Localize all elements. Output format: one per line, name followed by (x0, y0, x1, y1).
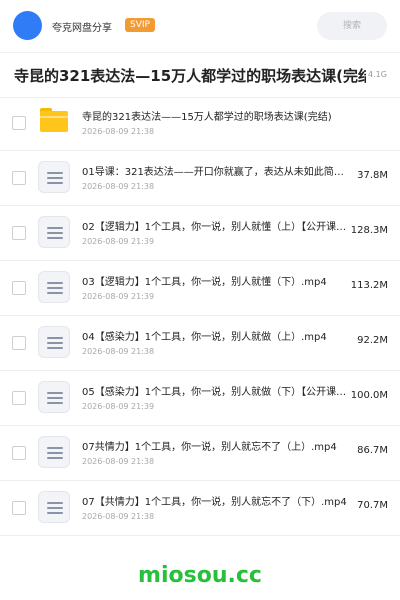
file-date: 2026-08-09 21:39 (82, 402, 155, 411)
select-checkbox[interactable] (12, 391, 26, 405)
file-size: 113.2M (350, 280, 388, 291)
file-size: 37.8M (357, 170, 388, 181)
avatar[interactable] (13, 11, 42, 40)
list-item-file[interactable]: 03【逻辑力】1个工具，你一说，别人就懂（下）.mp4 2026-08-09 2… (0, 261, 400, 316)
select-checkbox[interactable] (12, 116, 26, 130)
file-date: 2026-08-09 21:38 (82, 347, 155, 356)
list-item-file[interactable]: 04【感染力】1个工具，你一说，别人就做（上）.mp4 2026-08-09 2… (0, 316, 400, 371)
document-icon (38, 216, 70, 248)
select-checkbox[interactable] (12, 171, 26, 185)
file-name: 07共情力】1个工具，你一说，别人就忘不了（上）.mp4 (82, 442, 337, 453)
share-title: 寺昆的321表达法—15万人都学过的职场表达课(完结) (14, 67, 366, 85)
file-list: 寺昆的321表达法——15万人都学过的职场表达课(完结) 2026-08-09 … (0, 96, 400, 536)
select-checkbox[interactable] (12, 281, 26, 295)
document-icon (38, 381, 70, 413)
list-item-file[interactable]: 07【共情力】1个工具，你一说，别人就忘不了（下）.mp4 2026-08-09… (0, 481, 400, 536)
file-name: 01导课：321表达法——开口你就赢了，表达从未如此简单.mp4 (82, 167, 352, 178)
file-date: 2026-08-09 21:38 (82, 182, 155, 191)
file-size: 70.7M (357, 500, 388, 511)
list-item-file[interactable]: 07共情力】1个工具，你一说，别人就忘不了（上）.mp4 2026-08-09 … (0, 426, 400, 481)
file-date: 2026-08-09 21:39 (82, 292, 155, 301)
select-checkbox[interactable] (12, 501, 26, 515)
svip-badge: SVIP (125, 18, 155, 32)
file-size: 100.0M (350, 390, 388, 401)
list-item-folder[interactable]: 寺昆的321表达法——15万人都学过的职场表达课(完结) 2026-08-09 … (0, 96, 400, 151)
watermark-text: miosou.cc (138, 563, 262, 588)
share-title-row: 寺昆的321表达法—15万人都学过的职场表达课(完结) 4.1G (0, 52, 400, 98)
folder-icon (40, 108, 68, 132)
total-size: 4.1G (368, 70, 387, 79)
search-button[interactable]: 搜索 (317, 12, 387, 40)
file-size: 92.2M (357, 335, 388, 346)
document-icon (38, 436, 70, 468)
file-date: 2026-08-09 21:38 (82, 127, 155, 136)
file-name: 02【逻辑力】1个工具，你一说，别人就懂（上）【公开课】.mp4 (82, 222, 352, 233)
top-bar: 夸克网盘分享 SVIP 搜索 (0, 0, 400, 52)
document-icon (38, 326, 70, 358)
document-icon (38, 161, 70, 193)
file-name: 07【共情力】1个工具，你一说，别人就忘不了（下）.mp4 (82, 497, 347, 508)
file-date: 2026-08-09 21:39 (82, 237, 155, 246)
select-checkbox[interactable] (12, 336, 26, 350)
document-icon (38, 271, 70, 303)
list-item-file[interactable]: 01导课：321表达法——开口你就赢了，表达从未如此简单.mp4 2026-08… (0, 151, 400, 206)
list-item-file[interactable]: 05【感染力】1个工具，你一说，别人就做（下）【公开课】.mp4 2026-08… (0, 371, 400, 426)
brand-name: 夸克网盘分享 (52, 23, 112, 34)
file-size: 128.3M (350, 225, 388, 236)
file-name: 寺昆的321表达法——15万人都学过的职场表达课(完结) (82, 112, 332, 123)
file-date: 2026-08-09 21:38 (82, 457, 155, 466)
file-date: 2026-08-09 21:38 (82, 512, 155, 521)
file-name: 04【感染力】1个工具，你一说，别人就做（上）.mp4 (82, 332, 327, 343)
file-name: 05【感染力】1个工具，你一说，别人就做（下）【公开课】.mp4 (82, 387, 352, 398)
list-item-file[interactable]: 02【逻辑力】1个工具，你一说，别人就懂（上）【公开课】.mp4 2026-08… (0, 206, 400, 261)
file-name: 03【逻辑力】1个工具，你一说，别人就懂（下）.mp4 (82, 277, 327, 288)
select-checkbox[interactable] (12, 226, 26, 240)
document-icon (38, 491, 70, 523)
file-size: 86.7M (357, 445, 388, 456)
select-checkbox[interactable] (12, 446, 26, 460)
